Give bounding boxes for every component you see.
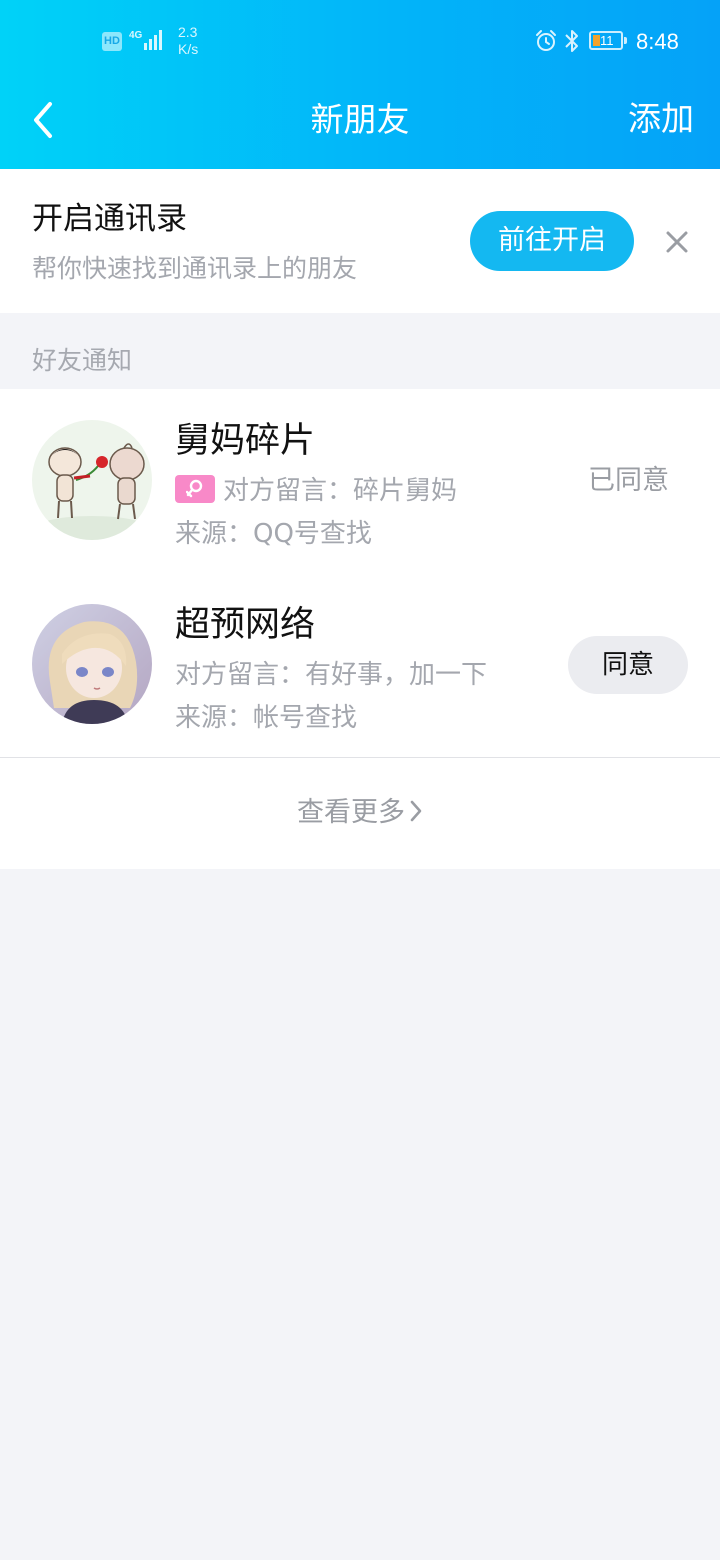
contacts-banner-title: 开启通讯录 — [32, 201, 187, 237]
contacts-banner-subtitle: 帮你快速找到通讯录上的朋友 — [32, 254, 358, 283]
battery-icon: 11 — [589, 31, 627, 50]
avatar[interactable] — [32, 420, 152, 540]
request-message-text: 对方留言：碎片舅妈 — [223, 476, 458, 506]
view-more-row[interactable]: 查看更多 — [0, 758, 720, 869]
add-button[interactable]: 添加 — [628, 95, 694, 143]
friend-notification-list: 舅妈碎片 对方留言：碎片舅妈 来源：QQ号查找 已同意 超预网络 对方留言：有好… — [0, 389, 720, 757]
section-header-friend-notifications: 好友通知 — [32, 346, 133, 375]
contact-name: 超预网络 — [175, 605, 316, 645]
request-source: 来源：帐号查找 — [175, 703, 358, 733]
network-type-label: 4G — [129, 30, 143, 41]
contact-name: 舅妈碎片 — [175, 421, 316, 461]
request-message: 对方留言：有好事，加一下 — [175, 660, 488, 690]
female-gender-badge — [175, 474, 215, 503]
request-source: 来源：QQ号查找 — [175, 519, 372, 549]
app-header: HD 4G 2.3 K/s 11 8:48 新朋友 添加 — [0, 0, 720, 169]
status-bar: HD 4G 2.3 K/s 11 8:48 — [0, 0, 720, 84]
view-more-button[interactable]: 查看更多 — [0, 795, 720, 831]
request-message: 对方留言：碎片舅妈 — [175, 473, 457, 509]
avatar[interactable] — [32, 604, 152, 724]
close-icon[interactable] — [664, 229, 690, 255]
chevron-right-icon — [410, 800, 422, 821]
page-title: 新朋友 — [310, 100, 410, 139]
contacts-banner: 开启通讯录 帮你快速找到通讯录上的朋友 前往开启 — [0, 169, 720, 313]
enable-contacts-button[interactable]: 前往开启 — [470, 211, 634, 271]
cell-signal-icon: 4G — [129, 30, 162, 50]
alarm-icon — [536, 30, 556, 51]
list-item[interactable]: 舅妈碎片 对方留言：碎片舅妈 来源：QQ号查找 已同意 — [0, 389, 720, 573]
agree-button[interactable]: 同意 — [568, 636, 688, 694]
agreed-status: 已同意 — [588, 465, 669, 496]
speed-value: 2.3 — [178, 24, 198, 40]
speed-unit: K/s — [178, 41, 199, 57]
back-arrow-icon[interactable] — [30, 100, 60, 140]
view-more-label: 查看更多 — [297, 797, 405, 828]
female-icon — [186, 479, 203, 497]
clock: 8:48 — [636, 29, 679, 54]
bluetooth-icon — [565, 30, 578, 52]
battery-level: 11 — [600, 33, 614, 48]
hd-voice-icon: HD — [102, 32, 122, 51]
network-speed: 2.3 K/s — [178, 24, 198, 58]
